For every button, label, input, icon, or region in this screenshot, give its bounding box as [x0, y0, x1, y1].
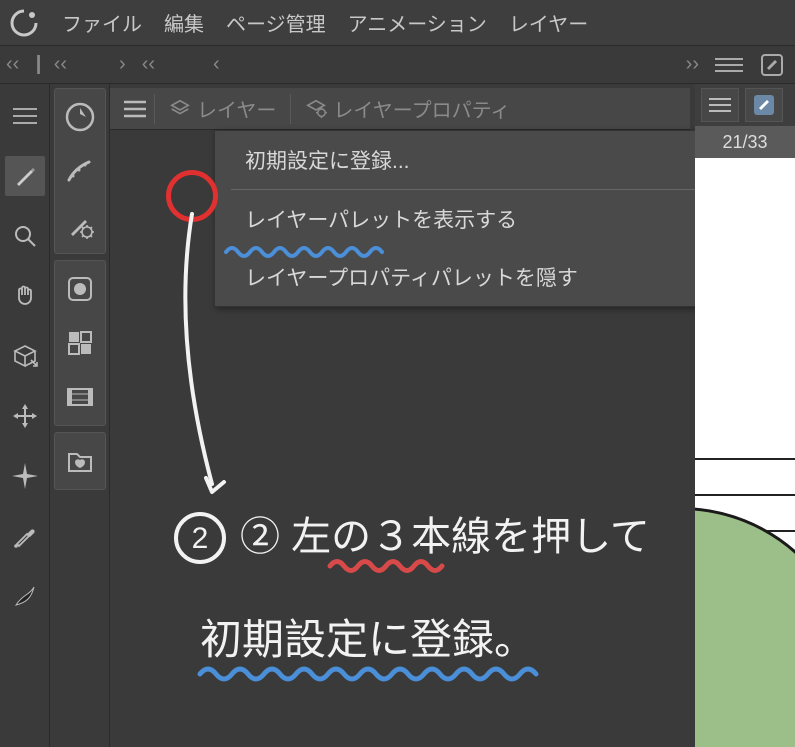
tab-layer-property-label: レイヤープロパティ [333, 94, 510, 123]
tab-layer-label: レイヤー [197, 94, 276, 123]
search-tool-icon[interactable] [5, 216, 45, 256]
canvas-preview[interactable] [695, 158, 795, 747]
menu-show-layer-palette[interactable]: レイヤーパレットを表示する [215, 190, 717, 248]
menu-bar: ファイル 編集 ページ管理 アニメーション レイヤー [0, 0, 795, 46]
nav-end-icon[interactable]: ›› [686, 53, 699, 76]
palette-menu-button[interactable] [116, 90, 154, 128]
right-hamburger-icon[interactable] [701, 88, 739, 122]
grid-icon[interactable] [60, 321, 100, 365]
palette-tab-row: レイヤー レイヤープロパティ [110, 88, 690, 130]
hamburger-right-icon[interactable] [715, 53, 743, 77]
timeline-icon[interactable] [60, 375, 100, 419]
mask-icon[interactable] [60, 267, 100, 311]
brush-tool-icon[interactable] [5, 576, 45, 616]
hamburger-left-icon[interactable] [13, 96, 37, 136]
move-tool-icon[interactable] [5, 396, 45, 436]
tab-layer[interactable]: レイヤー [155, 88, 290, 129]
tab-layer-property[interactable]: レイヤープロパティ [291, 88, 524, 129]
grip-icon[interactable]: || [35, 53, 37, 76]
favorites-icon[interactable] [60, 439, 100, 483]
menu-register-defaults[interactable]: 初期設定に登録... [215, 131, 717, 189]
annotation-line2: 初期設定に登録。 [200, 616, 536, 663]
cube-tool-icon[interactable] [5, 336, 45, 376]
menu-hide-property-palette[interactable]: レイヤープロパティパレットを隠す [215, 248, 717, 306]
edit-icon[interactable] [759, 52, 789, 78]
tool-column [0, 84, 50, 747]
eyedropper-tool-icon[interactable] [5, 516, 45, 556]
nav-fastfwd-icon[interactable]: ‹‹ [142, 53, 155, 76]
menu-layer[interactable]: レイヤー [509, 8, 588, 37]
panel-group-1 [54, 88, 106, 254]
annotation-red-circle [166, 170, 218, 222]
right-edit-icon[interactable] [745, 88, 783, 122]
menu-page[interactable]: ページ管理 [226, 8, 326, 37]
panel-group-3 [54, 432, 106, 490]
nav-first-icon[interactable]: ‹‹ [6, 53, 19, 76]
menu-file[interactable]: ファイル [62, 8, 142, 37]
brush-size-icon[interactable] [60, 149, 100, 193]
main-area: レイヤー レイヤープロパティ 初期設定に登録... レイヤーパレットを表示する … [0, 84, 795, 747]
menu-edit[interactable]: 編集 [164, 8, 204, 37]
svg-text:2: 2 [192, 522, 209, 555]
pen-settings-icon[interactable] [60, 203, 100, 247]
quick-access-icon[interactable] [60, 95, 100, 139]
menu-animation[interactable]: アニメーション [348, 8, 487, 37]
nav-rewind-icon[interactable]: ‹‹ [54, 53, 67, 76]
pen-tool-icon[interactable] [5, 156, 45, 196]
nav-next-icon[interactable]: › [119, 53, 126, 76]
nav-row: ‹‹ || ‹‹ › ‹‹ ‹ ›› [0, 46, 795, 84]
palette-dropdown-menu: 初期設定に登録... レイヤーパレットを表示する レイヤープロパティパレットを隠… [214, 130, 718, 307]
hand-tool-icon[interactable] [5, 276, 45, 316]
sparkle-tool-icon[interactable] [5, 456, 45, 496]
right-strip: 21/33 [695, 84, 795, 747]
annotation-line1: ② 左の３本線を押して [240, 515, 650, 559]
app-logo-icon[interactable] [8, 7, 40, 39]
panel-group-2 [54, 260, 106, 426]
panel-column [50, 84, 110, 747]
nav-back-icon[interactable]: ‹ [213, 53, 220, 76]
page-indicator: 21/33 [695, 126, 795, 158]
